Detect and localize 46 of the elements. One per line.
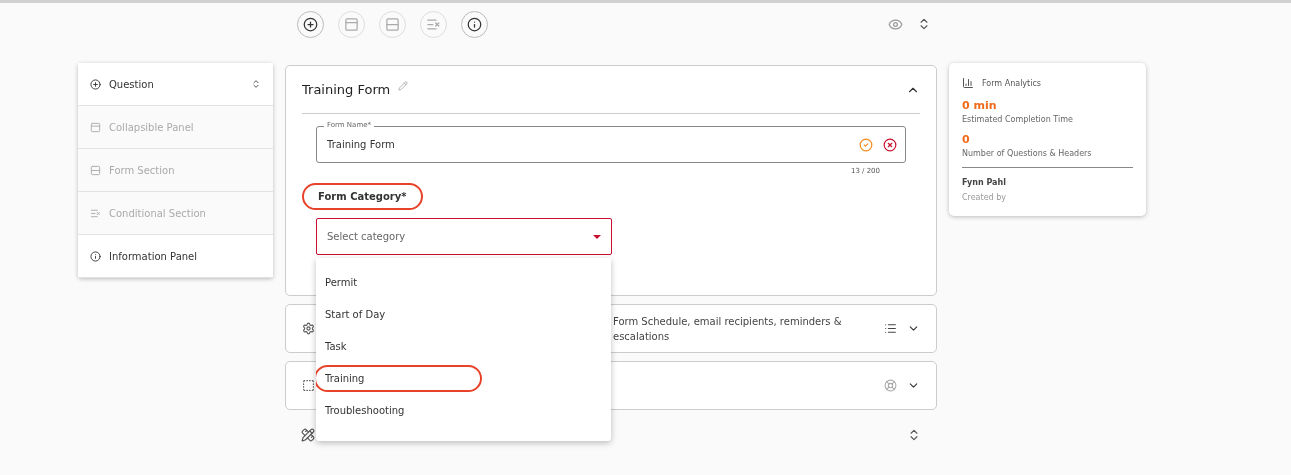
sidebar-label: Information Panel <box>109 250 199 262</box>
panel-icon <box>344 16 359 32</box>
plus-circle-icon <box>90 78 101 90</box>
sidebar-label: Question <box>109 78 155 90</box>
form-name-field[interactable]: Training Form <box>316 126 906 163</box>
menu-option[interactable]: Permit <box>316 268 372 296</box>
stat-label: Number of Questions & Headers <box>962 149 1093 158</box>
chart-icon <box>962 77 974 89</box>
form-title: Training Form <box>302 82 391 97</box>
select-placeholder: Select category <box>327 231 406 242</box>
sidebar-item[interactable]: Question <box>78 63 273 106</box>
menu-option[interactable]: Troubleshooting <box>316 396 419 424</box>
panel-text: Form Schedule, email recipients, reminders & escalations <box>613 314 843 344</box>
chevrons-icon[interactable] <box>251 79 261 89</box>
sidebar-label: Collapsible Panel <box>109 121 195 133</box>
toolbar-button[interactable] <box>461 10 488 38</box>
clear-icon[interactable] <box>883 137 897 152</box>
check-icon[interactable] <box>859 137 873 152</box>
info-icon <box>90 250 101 262</box>
panel-icon <box>90 121 101 133</box>
menu-option[interactable]: Training <box>316 364 482 392</box>
section-icon <box>90 164 101 176</box>
analytics-title: Form Analytics <box>982 78 1042 88</box>
sidebar-item[interactable]: Information Panel <box>78 235 273 278</box>
eye-icon[interactable] <box>888 16 903 32</box>
info-icon <box>467 16 482 32</box>
stat-label: Estimated Completion Time <box>962 115 1074 124</box>
stat-value: 0 <box>962 133 971 146</box>
caret-icon <box>593 234 601 239</box>
sidebar-label: Conditional Section <box>109 207 207 219</box>
sidebar-label: Form Section <box>109 164 176 176</box>
list-icon[interactable] <box>884 322 897 335</box>
field-value: Training Form <box>327 139 396 150</box>
pencil-ruler-icon <box>301 428 315 442</box>
settings-square-icon <box>302 379 315 392</box>
author-label: Created by <box>962 193 1007 202</box>
section-icon <box>385 16 400 32</box>
category-label: Form Category* <box>302 183 423 210</box>
plus-circle-icon <box>303 16 318 32</box>
toolbar-button[interactable] <box>297 10 324 38</box>
author-name: Fynn Pahl <box>962 178 1007 187</box>
gear-icon <box>302 322 315 335</box>
category-select[interactable]: Select category <box>316 218 612 255</box>
stat-value: 0 min <box>962 99 998 112</box>
conditional-icon <box>426 16 441 32</box>
conditional-icon <box>90 207 101 219</box>
